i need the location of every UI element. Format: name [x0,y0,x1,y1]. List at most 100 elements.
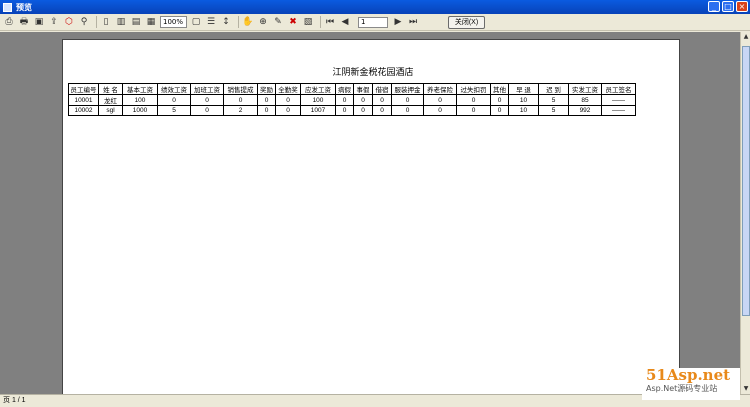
table-cell: 0 [275,105,301,116]
last-page-icon[interactable]: ⏭ [407,16,419,28]
table-cell: 0 [335,94,354,106]
column-header: 绩效工资 [157,83,191,95]
multi-page-icon[interactable]: ▦ [145,16,157,28]
table-cell: 0 [353,105,373,116]
table-cell: 0 [335,105,354,116]
table-cell: 0 [190,105,224,116]
find-icon[interactable]: ⚲ [78,16,90,28]
minimize-button[interactable]: _ [708,1,720,12]
table-cell: 0 [353,94,373,106]
vertical-scrollbar[interactable]: ▲ ▼ [740,32,750,394]
continuous-page-icon[interactable]: ▤ [130,16,142,28]
table-cell: 0 [257,94,276,106]
column-header: 养老保险 [423,83,457,95]
hand-tool-icon[interactable]: ✋ [242,16,254,28]
two-page-icon[interactable]: ▥ [115,16,127,28]
print-icon[interactable]: ⎙ [3,16,15,28]
column-header: 服装押金 [391,83,424,95]
column-header: 加班工资 [190,83,224,95]
scroll-thumb[interactable] [742,46,750,316]
table-cell: 0 [456,105,491,116]
single-page-icon[interactable]: ▯ [100,16,112,28]
table-cell: —— [601,94,636,106]
export-icon[interactable]: ⇪ [48,16,60,28]
table-cell: 龙红 [98,94,123,106]
column-header: 病假 [335,83,354,95]
next-page-icon[interactable]: ▶ [392,16,404,28]
page-number-input[interactable]: 1 [358,16,388,28]
table-cell: 10002 [68,105,99,116]
page-setup-icon[interactable]: ▢ [190,16,202,28]
table-cell: 0 [157,94,191,106]
column-header: 过失扣罚 [456,83,491,95]
table-cell: 0 [391,94,424,106]
table-cell: 0 [490,105,509,116]
column-header: 其他 [490,83,509,95]
column-header: 基本工资 [122,83,158,95]
table-cell: 0 [275,94,301,106]
toolbar-separator [96,16,97,28]
column-header: 应发工资 [300,83,336,95]
table-cell: 0 [423,105,457,116]
scale-icon[interactable]: ↕ [220,16,232,28]
table-cell: 100 [300,94,336,106]
first-page-icon[interactable]: ⏮ [324,16,336,28]
toolbar-separator [238,16,239,28]
salary-table: 员工编号姓 名基本工资 绩效工资 加班工资 销售提成 奖励 全勤奖 应发工资 病假 事假 借宿 服装… [68,83,636,116]
table-cell: sgl [98,105,123,116]
table-cell: 2 [223,105,258,116]
table-cell: 0 [456,94,491,106]
column-header: 事假 [353,83,373,95]
watermark-brand: 51Asp.net [646,366,731,384]
scroll-up-icon[interactable]: ▲ [741,32,750,42]
table-cell: 0 [423,94,457,106]
printer-setup-icon[interactable]: 🖶 [18,16,30,28]
pdf-icon[interactable]: ⬡ [63,16,75,28]
column-header: 员工编号 [68,83,99,95]
app-icon [3,2,12,12]
toolbar: ⎙ 🖶 ▣ ⇪ ⬡ ⚲ ▯ ▥ ▤ ▦ 100% ▢ ☰ ↕ ✋ ⊕ ✎ ✖ ▧… [0,14,750,31]
delete-page-icon[interactable]: ✖ [287,16,299,28]
edit-page-icon[interactable]: ✎ [272,16,284,28]
report-page: 江阴新金税花园酒店 员工编号姓 名基本工资 绩效工资 加班工资 销售提成 奖励 全勤奖 应发… [62,39,680,399]
column-header: 销售提成 [223,83,258,95]
column-header: 员工签名 [601,83,636,95]
table-cell: 0 [372,94,392,106]
title-bar: 预览 _ □ × [0,0,750,14]
close-window-button[interactable]: × [736,1,748,12]
toolbar-separator [320,16,321,28]
table-cell: 0 [257,105,276,116]
window-title: 预览 [16,2,32,12]
table-cell: 1007 [300,105,336,116]
zoom-tool-icon[interactable]: ⊕ [257,16,269,28]
zoom-select[interactable]: 100% [160,16,187,28]
table-cell: —— [601,105,636,116]
table-cell: 10 [508,105,539,116]
column-header: 姓 名 [98,83,123,95]
table-cell: 0 [490,94,509,106]
table-cell: 0 [223,94,258,106]
previous-page-icon[interactable]: ◀ [339,16,351,28]
column-header: 奖励 [257,83,276,95]
table-cell: 0 [372,105,392,116]
header-footer-icon[interactable]: ☰ [205,16,217,28]
maximize-button[interactable]: □ [722,1,734,12]
table-cell: 1000 [122,105,158,116]
column-header: 全勤奖 [275,83,301,95]
page-icon[interactable]: ▧ [302,16,314,28]
table-cell: 10001 [68,94,99,106]
table-cell: 100 [122,94,158,106]
column-header: 早 退 [508,83,539,95]
table-row: 10002 sgl 1000 5 0 2 0 0 1007 0 0 0 0 0 0 0 10 5 992 —— [68,105,636,116]
table-cell: 0 [190,94,224,106]
table-cell: 85 [568,94,602,106]
watermark-tagline: Asp.Net源码专业站 [646,384,718,393]
column-header: 迟 到 [538,83,569,95]
report-title: 江阴新金税花园酒店 [332,67,414,77]
window-controls: _ □ × [708,1,748,12]
watermark-logo: 51Asp.net Asp.Net源码专业站 [642,368,740,400]
scroll-down-icon[interactable]: ▼ [741,384,750,394]
save-icon[interactable]: ▣ [33,16,45,28]
close-button[interactable]: 关闭(X) [448,15,485,29]
table-cell: 5 [538,94,569,106]
